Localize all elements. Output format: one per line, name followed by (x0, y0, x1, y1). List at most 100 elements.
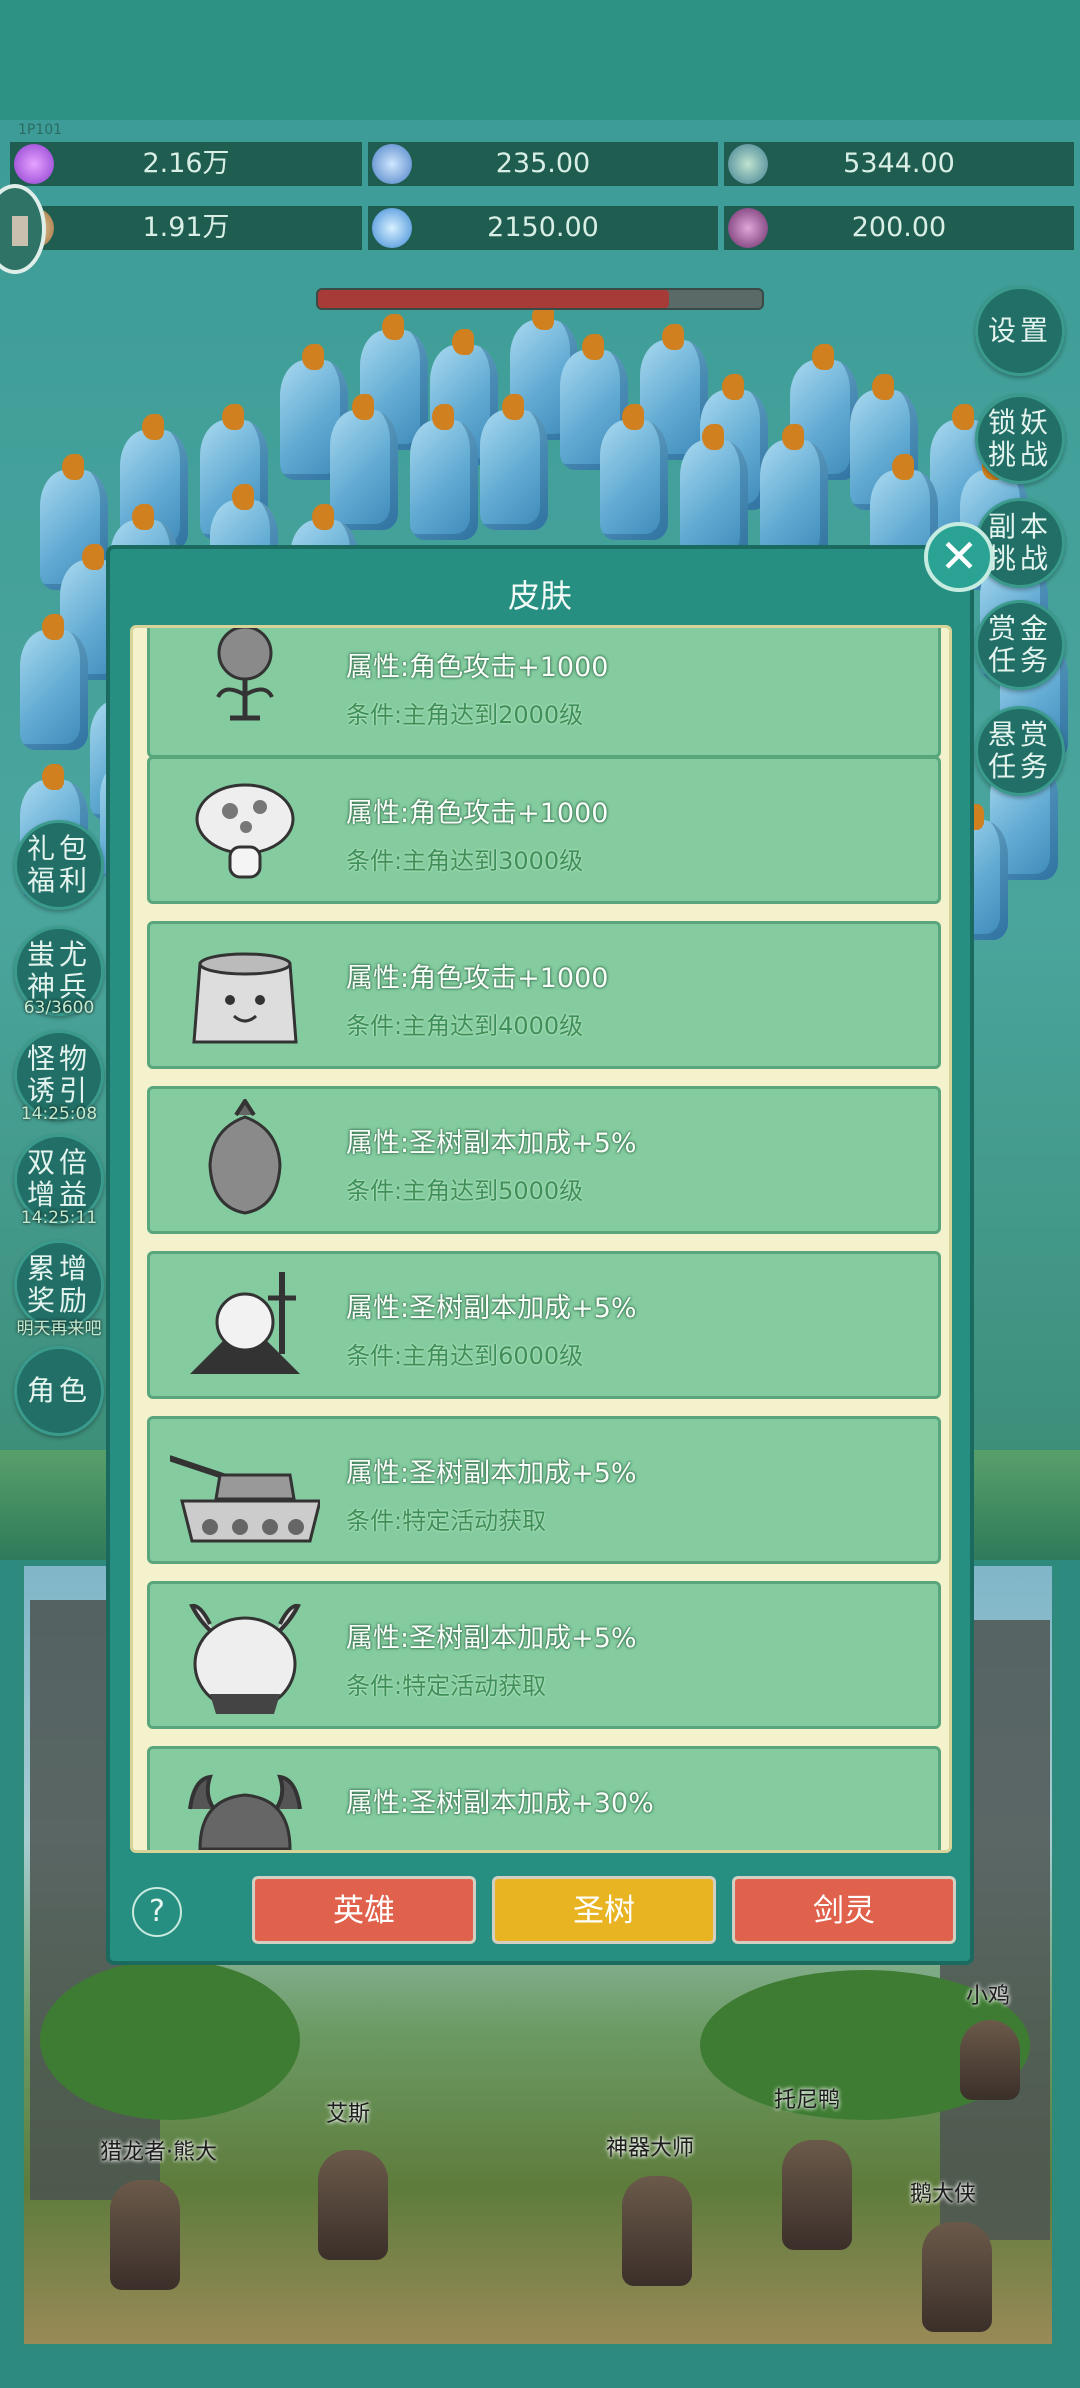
resource-blue-orb: 235.00 (368, 142, 718, 186)
skin-attribute: 属性:角色攻击+1000 (346, 798, 609, 829)
tree-left (40, 1960, 300, 2120)
skin-attribute: 属性:圣树副本加成+5% (346, 1128, 637, 1159)
skin-card[interactable]: 属性:圣树副本加成+5% 条件:特定活动获取 (147, 1581, 941, 1729)
skin-attribute: 属性:角色攻击+1000 (346, 652, 609, 683)
skin-attribute: 属性:圣树副本加成+5% (346, 1623, 637, 1654)
monster-lure-label: 怪物诱引 (26, 1042, 91, 1107)
crystal-monster (330, 394, 398, 530)
bounty-task-button[interactable]: 赏金任务 (975, 600, 1065, 690)
chiyou-weapon-label: 蚩尤神兵 (26, 938, 91, 1003)
settings-button[interactable]: 设置 (975, 286, 1065, 376)
skin-condition: 条件:主角达到6000级 (346, 1342, 584, 1370)
settings-label: 设置 (987, 314, 1052, 347)
crystal-monster (760, 424, 828, 560)
skin-attribute: 属性:角色攻击+1000 (346, 963, 609, 994)
crystal-monster (410, 404, 478, 540)
tab-hero[interactable]: 英雄 (252, 1876, 476, 1944)
planet-orb-icon (728, 144, 768, 184)
demon-lock-challenge-button[interactable]: 锁妖挑战 (975, 394, 1065, 484)
close-icon[interactable]: ✕ (924, 522, 994, 592)
player-tag: 1P101 (18, 122, 63, 138)
character-label: 角色 (26, 1374, 91, 1407)
crystal-monster (600, 404, 668, 540)
resource-value: 1.91万 (142, 212, 230, 243)
skin-condition: 条件:特定活动获取 (346, 1507, 547, 1535)
crystal-monster (680, 424, 748, 560)
boss-hp-fill (318, 290, 669, 308)
resource-value: 5344.00 (843, 148, 955, 179)
bounty-label: 赏金任务 (987, 612, 1052, 677)
resource-planet-orb: 5344.00 (724, 142, 1074, 186)
resource-value: 200.00 (851, 212, 947, 243)
resource-scroll: 1.91万 (10, 206, 362, 250)
hero-chick[interactable] (960, 2020, 1020, 2100)
blue-crystal-icon (372, 208, 412, 248)
sprout-creature-icon (216, 628, 274, 721)
dialog-title: 皮肤 (507, 577, 572, 615)
skin-attribute: 属性:圣树副本加成+30% (346, 1788, 654, 1819)
skin-card[interactable]: 属性:圣树副本加成+5% 条件:主角达到5000级 (147, 1086, 941, 1234)
status-bar-area (0, 0, 1080, 120)
speaker-icon (12, 216, 28, 246)
tab-holy-tree[interactable]: 圣树 (492, 1876, 716, 1944)
character-button[interactable]: 角色 (14, 1346, 104, 1436)
hero-name-ais: 艾斯 (326, 2102, 371, 2127)
double-boost-label: 双倍增益 (26, 1146, 91, 1211)
resource-value: 235.00 (495, 148, 591, 179)
skin-condition: 条件:主角达到5000级 (346, 1177, 584, 1205)
cumulative-reward-status: 明天再来吧 (16, 1319, 102, 1339)
skin-condition: 条件:主角达到3000级 (346, 847, 584, 875)
resource-purple-gem: 2.16万 (10, 142, 362, 186)
tree-stump-icon (192, 952, 298, 1044)
mushroom-icon (195, 783, 295, 879)
skin-condition: 条件:主角达到2000级 (346, 701, 584, 729)
crystal-monster (480, 394, 548, 530)
cow-warrior-icon (189, 1603, 301, 1714)
gift-pack-label: 礼包福利 (26, 832, 91, 897)
hero-ais[interactable] (318, 2150, 388, 2260)
horned-helmet-icon (188, 1774, 302, 1850)
skin-card[interactable]: 属性:圣树副本加成+30% (147, 1746, 941, 1850)
hero-artifact-master[interactable] (622, 2176, 692, 2286)
hero-name-tony-duck: 托尼鸭 (774, 2088, 841, 2113)
skin-list[interactable]: 属性:角色攻击+1000 条件:主角达到2000级 属性:角色攻击+1000 条… (130, 625, 952, 1853)
skin-card[interactable]: 属性:角色攻击+1000 条件:主角达到4000级 (147, 921, 941, 1069)
skin-condition: 条件:主角达到4000级 (346, 1012, 584, 1040)
hero-goose[interactable] (922, 2222, 992, 2332)
hero-name-artifact-master: 神器大师 (606, 2136, 695, 2161)
hero-tony-duck[interactable] (782, 2140, 852, 2250)
chiyou-weapon-progress: 63/3600 (23, 998, 95, 1018)
footer-strip (0, 2350, 1080, 2388)
blue-orb-icon (372, 144, 412, 184)
resource-blue-crystal: 2150.00 (368, 206, 718, 250)
hero-name-chick: 小鸡 (966, 1984, 1011, 2009)
tab-sword-spirit[interactable]: 剑灵 (732, 1876, 956, 1944)
boss-hp-bar (316, 288, 764, 310)
reward-task-label: 悬赏任务 (987, 718, 1052, 783)
skin-attribute: 属性:圣树副本加成+5% (346, 1458, 637, 1489)
resource-value: 2150.00 (487, 212, 599, 243)
chick-swordsman-icon (190, 1272, 300, 1374)
tank-icon (170, 1455, 320, 1543)
skin-condition: 条件:特定活动获取 (346, 1672, 547, 1700)
resource-value: 2.16万 (142, 148, 230, 179)
hero-name-goose: 鹅大侠 (910, 2182, 977, 2207)
skin-attribute: 属性:圣树副本加成+5% (346, 1293, 637, 1324)
dungeon-label: 副本挑战 (987, 510, 1052, 575)
help-button[interactable]: ? (132, 1887, 182, 1937)
purple-gem-icon (14, 144, 54, 184)
gift-pack-button[interactable]: 礼包福利 (14, 820, 104, 910)
carrot-creature-icon (208, 1099, 282, 1215)
skin-card[interactable]: 属性:角色攻击+1000 条件:主角达到3000级 (147, 756, 941, 904)
hero-bear[interactable] (110, 2180, 180, 2290)
crystal-monster (20, 614, 88, 750)
monster-lure-timer: 14:25:08 (20, 1104, 98, 1124)
reward-task-button[interactable]: 悬赏任务 (975, 706, 1065, 796)
skin-card[interactable]: 属性:圣树副本加成+5% 条件:特定活动获取 (147, 1416, 941, 1564)
purple-pot-icon (728, 208, 768, 248)
double-boost-timer: 14:25:11 (20, 1208, 98, 1228)
cumulative-reward-label: 累增奖励 (26, 1252, 91, 1317)
resource-purple-pot: 200.00 (724, 206, 1074, 250)
skin-card[interactable]: 属性:角色攻击+1000 条件:主角达到2000级 (147, 628, 941, 758)
skin-card[interactable]: 属性:圣树副本加成+5% 条件:主角达到6000级 (147, 1251, 941, 1399)
